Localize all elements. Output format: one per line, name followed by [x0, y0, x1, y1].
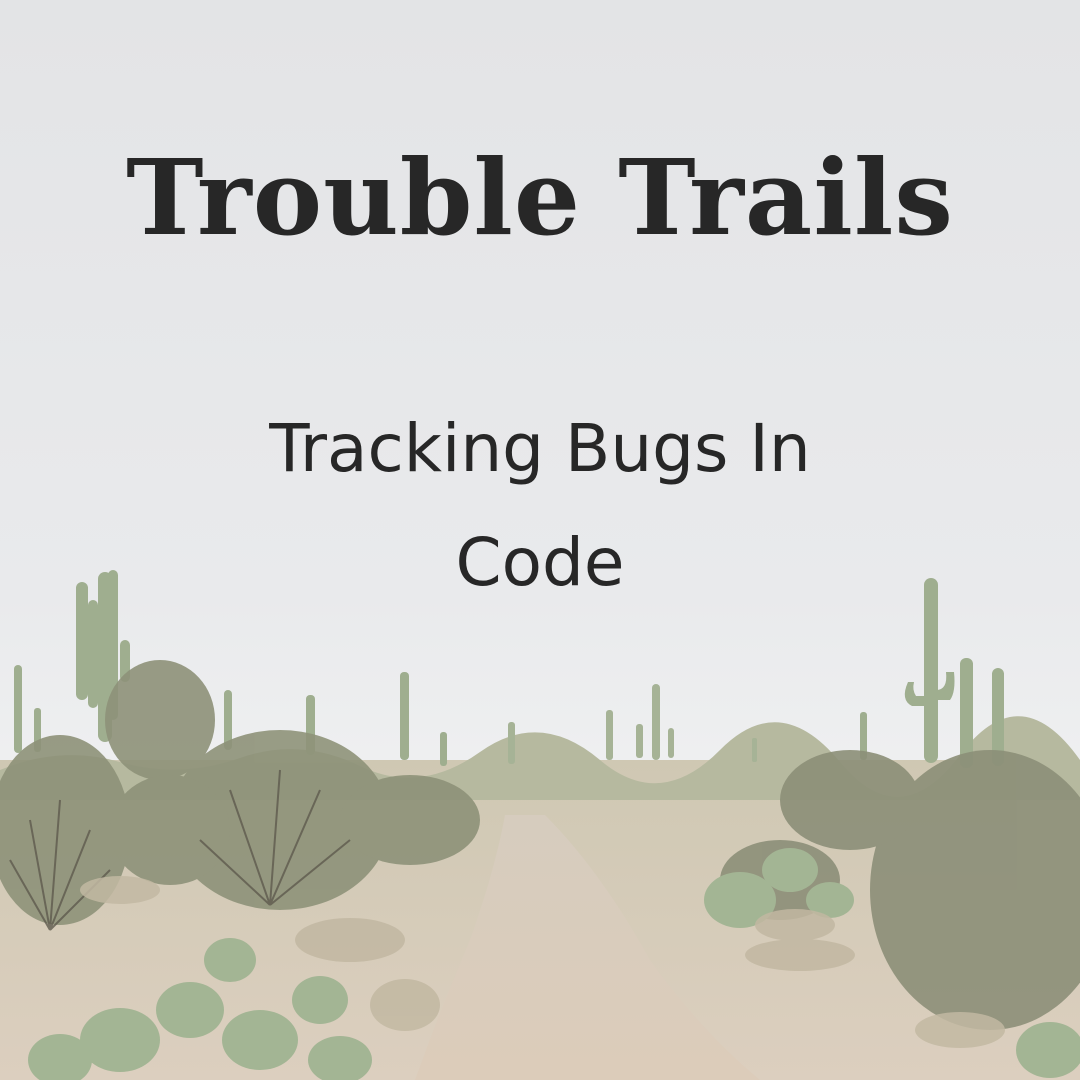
- poster-subtitle: Tracking Bugs In Code: [269, 410, 811, 601]
- poster: Trouble Trails Tracking Bugs In Code: [0, 0, 1080, 1080]
- poster-title: Trouble Trails: [126, 136, 954, 259]
